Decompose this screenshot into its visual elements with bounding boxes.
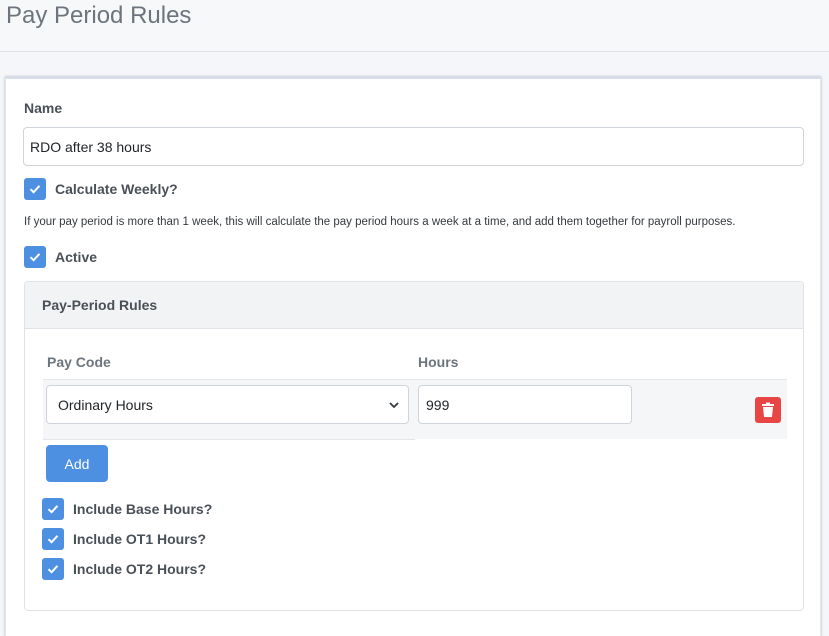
include-ot2-hours-checkbox[interactable] bbox=[42, 558, 64, 580]
check-icon bbox=[29, 185, 41, 194]
name-input[interactable] bbox=[23, 127, 804, 166]
pay-period-rules-card: Pay-Period Rules Pay Code Hours Ordinary… bbox=[24, 281, 804, 611]
pay-period-rules-header: Pay-Period Rules bbox=[25, 282, 803, 329]
check-icon bbox=[47, 565, 59, 574]
calculate-weekly-checkbox[interactable] bbox=[24, 178, 46, 200]
page-title: Pay Period Rules bbox=[6, 2, 192, 29]
check-icon bbox=[29, 253, 41, 262]
check-icon bbox=[47, 535, 59, 544]
trash-icon bbox=[762, 402, 774, 417]
delete-row-button[interactable] bbox=[755, 397, 781, 423]
chevron-down-icon bbox=[389, 402, 399, 409]
add-button[interactable]: Add bbox=[46, 445, 108, 482]
row-divider bbox=[43, 439, 415, 440]
include-base-hours-row[interactable]: Include Base Hours? bbox=[42, 498, 212, 520]
pay-period-rules-title: Pay-Period Rules bbox=[42, 297, 158, 313]
include-base-hours-label: Include Base Hours? bbox=[73, 501, 213, 517]
column-header-hours: Hours bbox=[418, 354, 459, 370]
include-base-hours-checkbox[interactable] bbox=[42, 498, 64, 520]
include-ot1-hours-checkbox[interactable] bbox=[42, 528, 64, 550]
include-ot2-hours-label: Include OT2 Hours? bbox=[73, 561, 207, 577]
calculate-weekly-row[interactable]: Calculate Weekly? bbox=[24, 178, 178, 200]
include-ot1-hours-row[interactable]: Include OT1 Hours? bbox=[42, 528, 206, 550]
active-checkbox[interactable] bbox=[24, 246, 46, 268]
name-label: Name bbox=[24, 100, 63, 116]
page-header: Pay Period Rules bbox=[0, 0, 829, 52]
column-header-pay-code: Pay Code bbox=[47, 354, 111, 370]
include-ot1-hours-label: Include OT1 Hours? bbox=[73, 531, 207, 547]
calculate-weekly-help: If your pay period is more than 1 week, … bbox=[24, 216, 736, 228]
calculate-weekly-label: Calculate Weekly? bbox=[55, 181, 178, 197]
hours-input[interactable] bbox=[418, 385, 632, 424]
include-ot2-hours-row[interactable]: Include OT2 Hours? bbox=[42, 558, 206, 580]
form-card: Name Calculate Weekly? If your pay perio… bbox=[5, 76, 821, 636]
active-label: Active bbox=[55, 249, 98, 265]
active-row[interactable]: Active bbox=[24, 246, 97, 268]
check-icon bbox=[47, 505, 59, 514]
pay-code-select[interactable]: Ordinary Hours bbox=[46, 385, 409, 424]
pay-code-selected-value: Ordinary Hours bbox=[58, 397, 153, 413]
